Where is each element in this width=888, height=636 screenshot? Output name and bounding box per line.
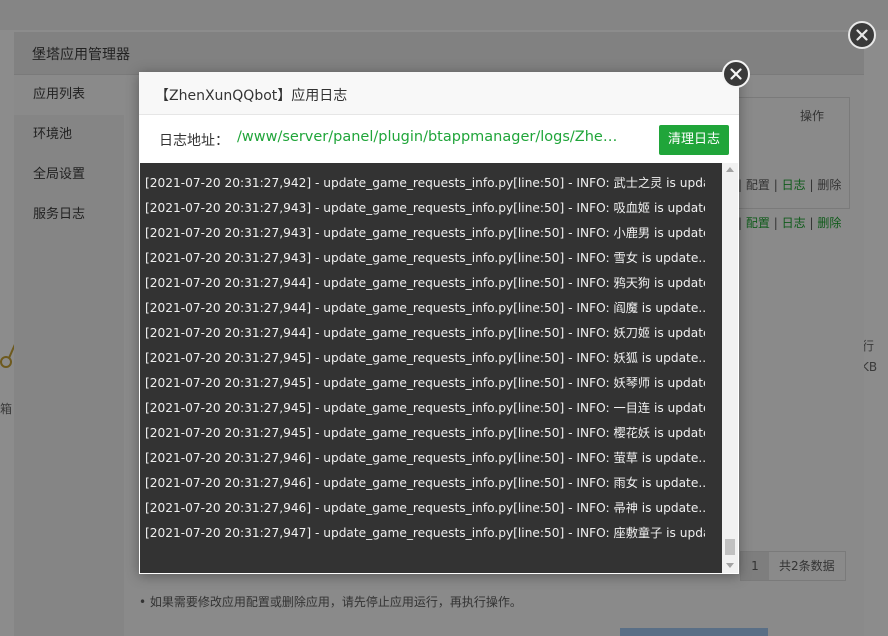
ops-separator: | <box>773 178 778 192</box>
close-icon <box>856 29 868 41</box>
log-line: [2021-07-20 20:31:27,942] - update_game_… <box>145 176 705 190</box>
sidebar-item-service-log[interactable]: 服务日志 <box>14 195 124 235</box>
log-line: [2021-07-20 20:31:27,945] - update_game_… <box>145 351 705 365</box>
ops-separator: | <box>809 216 814 230</box>
sidebar-item-global-settings[interactable]: 全局设置 <box>14 155 124 195</box>
log-scrollbar[interactable] <box>722 163 738 573</box>
log-line: [2021-07-20 20:31:27,943] - update_game_… <box>145 201 705 215</box>
scroll-down-arrow-icon[interactable] <box>726 563 734 568</box>
log-line: [2021-07-20 20:31:27,944] - update_game_… <box>145 301 705 315</box>
log-dialog-header: 【ZhenXunQQbot】应用日志 <box>139 72 739 115</box>
log-line: [2021-07-20 20:31:27,943] - update_game_… <box>145 251 705 265</box>
table-row-ops: | 配置 | 日志 | 删除 <box>738 176 841 193</box>
log-line: [2021-07-20 20:31:27,946] - update_game_… <box>145 476 705 490</box>
log-console[interactable]: [2021-07-20 20:31:27,942] - update_game_… <box>140 163 738 573</box>
close-log-dialog-button[interactable] <box>722 60 750 88</box>
log-line: [2021-07-20 20:31:27,945] - update_game_… <box>145 426 705 440</box>
log-line: [2021-07-20 20:31:27,946] - update_game_… <box>145 501 705 515</box>
scroll-up-arrow-icon[interactable] <box>726 167 734 172</box>
ops-separator: | <box>809 178 814 192</box>
background-fragment-left: 箱 <box>0 402 13 416</box>
log-line: [2021-07-20 20:31:27,943] - update_game_… <box>145 226 705 240</box>
log-path-row: 日志地址： /www/server/panel/plugin/btappmana… <box>139 115 739 163</box>
app-manager-sidebar: 应用列表 环境池 全局设置 服务日志 <box>14 75 124 636</box>
close-icon <box>730 68 742 80</box>
pagination: 1 共2条数据 <box>740 551 846 581</box>
sidebar-item-env-pool[interactable]: 环境池 <box>14 115 124 155</box>
app-manager-title: 堡塔应用管理器 <box>32 47 130 63</box>
total-count: 共2条数据 <box>779 559 835 573</box>
footnote-hint: • 如果需要修改应用配置或删除应用，请先停止应用运行，再执行操作。 <box>139 595 522 609</box>
ops-separator: | <box>773 216 778 230</box>
clear-log-button[interactable]: 清理日志 <box>659 125 729 155</box>
close-app-manager-button[interactable] <box>848 21 876 49</box>
background-top-strip <box>0 0 888 30</box>
app-log-dialog: 【ZhenXunQQbot】应用日志 日志地址： /www/server/pan… <box>139 72 739 574</box>
log-path-label: 日志地址： <box>159 133 229 149</box>
sidebar-item-app-list[interactable]: 应用列表 <box>14 75 124 115</box>
log-link[interactable]: 日志 <box>782 216 806 230</box>
config-link[interactable]: 配置 <box>746 178 770 192</box>
scroll-thumb[interactable] <box>725 539 735 555</box>
table-row-ops: | 配置 | 日志 | 删除 <box>738 214 841 231</box>
ops-column-header: 操作 <box>800 109 825 123</box>
log-line: [2021-07-20 20:31:27,947] - update_game_… <box>145 526 705 540</box>
log-line: [2021-07-20 20:31:27,946] - update_game_… <box>145 451 705 465</box>
log-line: [2021-07-20 20:31:27,945] - update_game_… <box>145 376 705 390</box>
page-number-button[interactable]: 1 <box>741 552 769 580</box>
delete-link[interactable]: 删除 <box>817 178 841 192</box>
log-line: [2021-07-20 20:31:27,944] - update_game_… <box>145 276 705 290</box>
log-dialog-title: 【ZhenXunQQbot】应用日志 <box>155 88 348 104</box>
log-link[interactable]: 日志 <box>782 178 806 192</box>
log-path-value: /www/server/panel/plugin/btappmanager/lo… <box>237 129 625 145</box>
background-bottom-bar <box>620 628 768 636</box>
log-line: [2021-07-20 20:31:27,945] - update_game_… <box>145 401 705 415</box>
delete-link[interactable]: 删除 <box>817 216 841 230</box>
log-line: [2021-07-20 20:31:27,944] - update_game_… <box>145 326 705 340</box>
config-link[interactable]: 配置 <box>746 216 770 230</box>
